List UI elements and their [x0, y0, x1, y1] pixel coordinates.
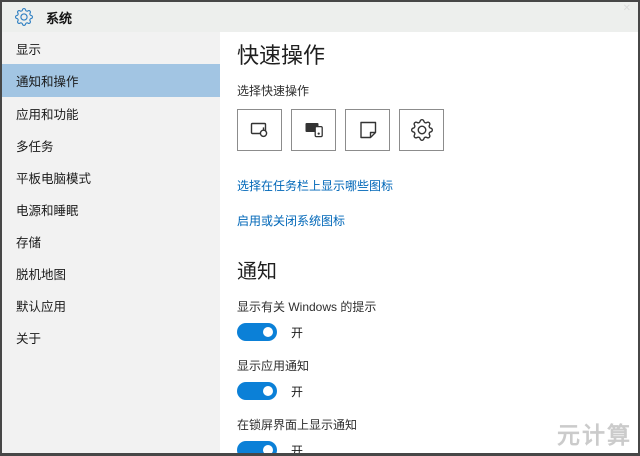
toggle-row: 开 — [237, 323, 628, 341]
note-icon — [356, 118, 380, 142]
quick-action-tablet-mode-button[interactable] — [237, 109, 282, 151]
sidebar-item-power-sleep[interactable]: 电源和睡眠 — [2, 193, 220, 225]
close-icon[interactable]: ✕ — [623, 3, 631, 14]
sidebar: 显示 通知和操作 应用和功能 多任务 平板电脑模式 电源和睡眠 存储 脱机地图 … — [2, 32, 220, 455]
sidebar-item-multitasking[interactable]: 多任务 — [2, 129, 220, 161]
select-taskbar-icons-link[interactable]: 选择在任务栏上显示哪些图标 — [237, 177, 628, 194]
toggle-state-label: 开 — [291, 442, 303, 456]
toggle-knob — [263, 386, 273, 396]
quick-actions-title: 快速操作 — [237, 44, 628, 68]
toggle-label-windows-tips: 显示有关 Windows 的提示 — [237, 298, 628, 315]
sidebar-item-display[interactable]: 显示 — [2, 32, 220, 64]
quick-action-buttons — [237, 109, 628, 151]
all-settings-gear-icon — [411, 119, 433, 141]
sidebar-item-notifications-actions[interactable]: 通知和操作 — [2, 64, 220, 97]
connect-icon — [302, 118, 326, 142]
toggle-knob — [263, 327, 273, 337]
toggle-knob — [263, 445, 273, 455]
gear-icon — [15, 8, 33, 26]
main-panel: 快速操作 选择快速操作 — [220, 32, 638, 455]
toggle-state-label: 开 — [291, 324, 303, 341]
title-bar: 系统 ✕ — [2, 2, 638, 32]
quick-actions-subtitle: 选择快速操作 — [237, 82, 628, 99]
sidebar-item-apps-features[interactable]: 应用和功能 — [2, 97, 220, 129]
window-body: 显示 通知和操作 应用和功能 多任务 平板电脑模式 电源和睡眠 存储 脱机地图 … — [2, 32, 638, 455]
toggle-row: 开 — [237, 441, 628, 456]
quick-action-note-button[interactable] — [345, 109, 390, 151]
notifications-title: 通知 — [237, 255, 628, 284]
app-notifications-toggle[interactable] — [237, 382, 277, 400]
toggle-label-app-notifications: 显示应用通知 — [237, 357, 628, 374]
toggle-label-lockscreen-notifications: 在锁屏界面上显示通知 — [237, 416, 628, 433]
tablet-mode-icon — [248, 118, 272, 142]
quick-action-all-settings-button[interactable] — [399, 109, 444, 151]
toggle-state-label: 开 — [291, 383, 303, 400]
sidebar-item-offline-maps[interactable]: 脱机地图 — [2, 257, 220, 289]
system-icons-on-off-link[interactable]: 启用或关闭系统图标 — [237, 212, 628, 229]
sidebar-item-default-apps[interactable]: 默认应用 — [2, 289, 220, 321]
settings-window: 系统 ✕ 显示 通知和操作 应用和功能 多任务 平板电脑模式 电源和睡眠 存储 … — [0, 0, 640, 456]
toggle-row: 开 — [237, 382, 628, 400]
windows-tips-toggle[interactable] — [237, 323, 277, 341]
sidebar-item-tablet-mode[interactable]: 平板电脑模式 — [2, 161, 220, 193]
sidebar-item-storage[interactable]: 存储 — [2, 225, 220, 257]
quick-action-connect-button[interactable] — [291, 109, 336, 151]
page-title: 系统 — [46, 8, 72, 27]
sidebar-item-about[interactable]: 关于 — [2, 321, 220, 353]
lockscreen-notifications-toggle[interactable] — [237, 441, 277, 456]
